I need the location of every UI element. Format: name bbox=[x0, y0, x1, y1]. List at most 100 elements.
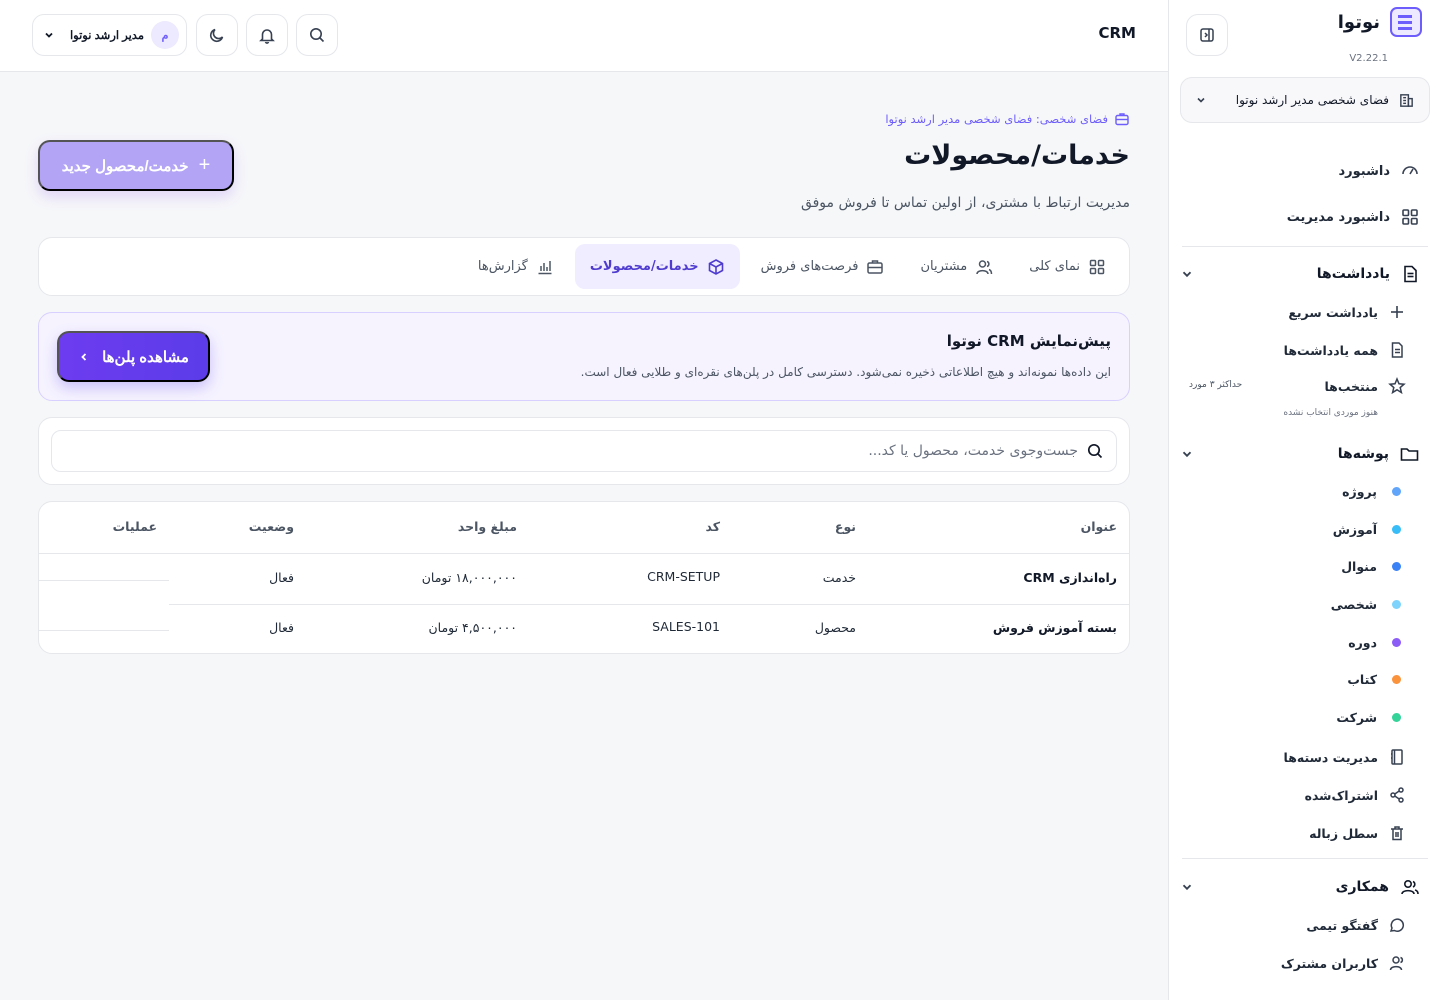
theme-toggle-button[interactable] bbox=[196, 14, 238, 56]
folders-section-header[interactable]: پوشه‌ها bbox=[1180, 444, 1420, 464]
folder-label: پروژه bbox=[1342, 484, 1377, 499]
sidebar-item-manage-categories[interactable]: مدیریت دسته‌ها bbox=[1284, 748, 1406, 766]
folder-color-dot bbox=[1392, 562, 1401, 571]
cell-code: SALES-101 bbox=[652, 619, 720, 634]
new-product-button-label: خدمت/محصول جدید bbox=[61, 157, 189, 175]
view-plans-button[interactable]: مشاهده پلن‌ها bbox=[57, 331, 210, 382]
folder-item-company[interactable]: شرکت bbox=[1336, 710, 1406, 725]
notes-section-header[interactable]: یادداشت‌ها bbox=[1180, 264, 1420, 284]
column-header-title[interactable]: عنوان bbox=[1081, 519, 1117, 534]
column-header-unit-price[interactable]: مبلغ واحد bbox=[458, 519, 517, 534]
users-icon bbox=[1401, 879, 1419, 895]
sidebar-item-label: سطل زباله bbox=[1309, 825, 1378, 841]
sidebar-item-trash[interactable]: سطل زباله bbox=[1309, 824, 1406, 842]
sidebar-item-shared-users[interactable]: کاربران مشترک bbox=[1281, 954, 1406, 972]
workspace-selector[interactable]: فضای شخصی مدیر ارشد نوتوا bbox=[1180, 77, 1430, 123]
sidebar-item-label: داشبورد مدیریت bbox=[1286, 209, 1390, 225]
sidebar-item-label: یادداشت سریع bbox=[1288, 304, 1378, 320]
table-divider bbox=[169, 604, 1129, 605]
bell-icon bbox=[259, 29, 275, 44]
sidebar-divider bbox=[1182, 246, 1428, 247]
tab-reports[interactable]: گزارش‌ها bbox=[463, 244, 569, 289]
chevron-down-icon bbox=[1182, 884, 1192, 891]
folder-item-manual[interactable]: منوال bbox=[1341, 559, 1406, 574]
tab-products-services[interactable]: خدمات/محصولات bbox=[574, 244, 740, 289]
sidebar-item-label: داشبورد bbox=[1338, 163, 1390, 179]
panel-collapse-icon bbox=[1200, 28, 1214, 42]
gauge-icon bbox=[1402, 166, 1418, 175]
column-header-type[interactable]: نوع bbox=[835, 519, 856, 534]
search-icon bbox=[310, 28, 325, 43]
sidebar-item-quick-note[interactable]: یادداشت سریع bbox=[1288, 303, 1406, 321]
demo-banner-title: پیش‌نمایش CRM نوتوا bbox=[946, 332, 1111, 350]
tab-label: خدمات/محصولات bbox=[589, 259, 699, 274]
star-icon bbox=[1388, 377, 1406, 395]
sidebar-item-label: مدیریت دسته‌ها bbox=[1283, 749, 1378, 765]
cell-code: CRM-SETUP bbox=[647, 569, 720, 584]
building-icon bbox=[1400, 93, 1413, 107]
cell-type: محصول bbox=[814, 620, 856, 635]
workspace-breadcrumb[interactable]: فضای شخصی: فضای شخصی مدیر ارشد نوتوا bbox=[885, 111, 1130, 127]
search-button[interactable] bbox=[296, 14, 338, 56]
sidebar: نوتوا V2.22.1 فضای شخصی مدیر ارشد نوتوا … bbox=[1168, 0, 1440, 1000]
folder-item-project[interactable]: پروژه bbox=[1342, 484, 1406, 499]
favorites-max-hint: حداکثر ۳ مورد bbox=[1189, 380, 1243, 390]
chevron-down-icon bbox=[1182, 451, 1192, 458]
tab-sales-opportunities[interactable]: فرصت‌های فروش bbox=[746, 244, 900, 289]
trash-icon bbox=[1391, 826, 1403, 841]
folder-label: شرکت bbox=[1336, 710, 1377, 725]
sidebar-item-all-notes[interactable]: همه یادداشت‌ها bbox=[1284, 341, 1406, 359]
collaboration-section-header[interactable]: همکاری bbox=[1180, 877, 1420, 897]
folder-label: منوال bbox=[1341, 559, 1377, 574]
folder-color-dot bbox=[1392, 525, 1401, 534]
chat-icon bbox=[1389, 918, 1405, 932]
tab-overview[interactable]: نمای کلی bbox=[1014, 244, 1121, 289]
products-table: عنوان نوع کد مبلغ واحد وضعیت عملیات راه‌… bbox=[38, 501, 1130, 654]
sidebar-item-dashboard[interactable]: داشبورد bbox=[1338, 161, 1420, 181]
notifications-button[interactable] bbox=[246, 14, 288, 56]
app-name: نوتوا bbox=[1337, 11, 1380, 33]
sidebar-item-label: اشتراک‌شده bbox=[1304, 787, 1378, 803]
sidebar-item-shared[interactable]: اشتراک‌شده bbox=[1305, 786, 1406, 804]
folder-label: کتاب bbox=[1347, 672, 1377, 687]
share-icon bbox=[1390, 787, 1404, 803]
view-plans-label: مشاهده پلن‌ها bbox=[102, 348, 189, 366]
sidebar-item-favorites[interactable]: منتخب‌ها bbox=[1324, 377, 1406, 395]
sidebar-collapse-button[interactable] bbox=[1186, 14, 1228, 56]
column-header-actions[interactable]: عملیات bbox=[113, 519, 157, 534]
grid-icon bbox=[1089, 259, 1105, 274]
sidebar-item-label: منتخب‌ها bbox=[1324, 378, 1378, 394]
column-header-code[interactable]: کد bbox=[706, 519, 721, 534]
page-subtitle: مدیریت ارتباط با مشتری، از اولین تماس تا… bbox=[800, 195, 1130, 211]
folder-item-education[interactable]: آموزش bbox=[1333, 522, 1406, 537]
notes-section-title: یادداشت‌ها bbox=[1316, 266, 1390, 282]
folder-item-personal[interactable]: شخصی bbox=[1331, 597, 1406, 612]
table-divider bbox=[39, 553, 1129, 554]
cell-title: بسته آموزش فروش bbox=[992, 620, 1117, 635]
folder-color-dot bbox=[1392, 638, 1401, 647]
demo-banner-description: این داده‌ها نمونه‌اند و هیچ اطلاعاتی ذخی… bbox=[580, 365, 1111, 379]
sidebar-item-team-chat[interactable]: گفتگو تیمی bbox=[1306, 916, 1406, 934]
tab-customers[interactable]: مشتریان bbox=[905, 244, 1008, 289]
sidebar-item-admin-dashboard[interactable]: داشبورد مدیریت bbox=[1287, 207, 1420, 227]
folder-item-course[interactable]: دوره bbox=[1348, 635, 1406, 650]
search-icon bbox=[1087, 443, 1103, 459]
avatar: م bbox=[151, 21, 179, 49]
search-box[interactable] bbox=[51, 430, 1117, 472]
search-input[interactable] bbox=[64, 443, 1078, 459]
column-header-status[interactable]: وضعیت bbox=[249, 519, 294, 534]
favorites-empty-hint: هنوز موردی انتخاب نشده bbox=[1283, 408, 1378, 418]
cell-unit-price: ۱۸,۰۰۰,۰۰۰ تومان bbox=[421, 570, 517, 585]
new-product-button[interactable]: + خدمت/محصول جدید bbox=[38, 140, 234, 191]
crm-tabs: نمای کلی مشتریان فرصت‌های فروش خدمات/محص… bbox=[38, 237, 1130, 296]
folder-item-book[interactable]: کتاب bbox=[1347, 672, 1406, 687]
cell-status: فعال bbox=[269, 620, 294, 635]
cell-unit-price: ۴,۵۰۰,۰۰۰ تومان bbox=[428, 620, 517, 635]
sidebar-item-label: همه یادداشت‌ها bbox=[1283, 342, 1378, 358]
module-title: CRM bbox=[1098, 24, 1137, 42]
brand[interactable]: نوتوا bbox=[1338, 7, 1422, 37]
folder-label: آموزش bbox=[1332, 522, 1377, 537]
sidebar-divider bbox=[1182, 858, 1428, 859]
user-menu-button[interactable]: م مدیر ارشد نوتوا bbox=[32, 14, 187, 56]
book-icon bbox=[1391, 749, 1403, 765]
